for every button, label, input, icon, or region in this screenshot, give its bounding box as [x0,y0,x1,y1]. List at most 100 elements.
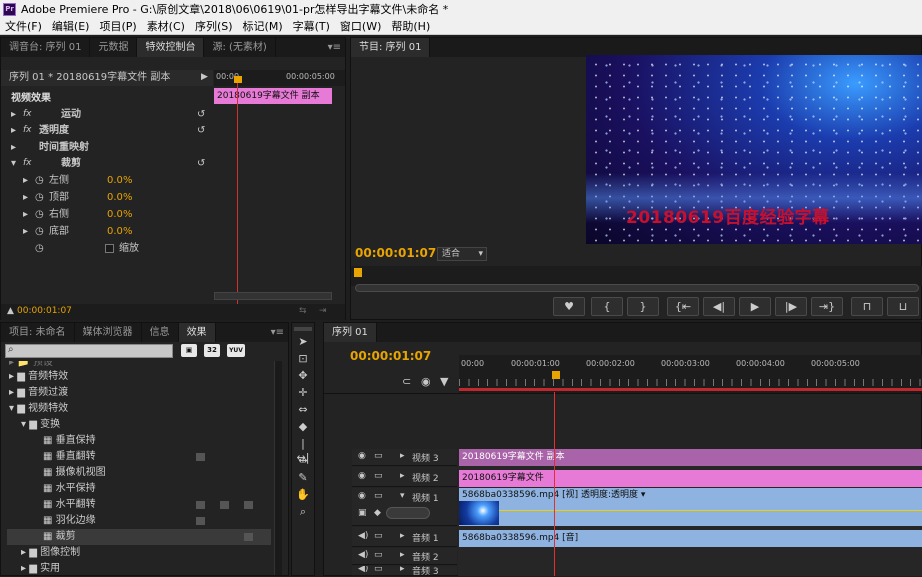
menu-window[interactable]: 窗口(W) [335,18,386,34]
reset-icon[interactable]: ↺ [197,155,205,172]
expand-triangle-icon[interactable]: ▸ [400,471,405,481]
effects-search-input[interactable]: ⌕ [5,344,173,358]
tree-item-vertical-hold[interactable]: ▦ 垂直保持 [43,433,96,449]
stopwatch-icon[interactable]: ◷ [35,206,44,223]
eye-icon[interactable]: ◉ [358,491,366,501]
lock-icon[interactable]: ▭ [374,491,383,501]
track-header-audio-3[interactable]: ◀) ▭ ▸ 音频 3 [352,566,457,576]
expand-triangle-icon[interactable]: ▸ [400,451,405,461]
tab-project[interactable]: 项目: 未命名 [1,323,75,342]
lock-icon[interactable]: ▭ [374,471,383,481]
marker-icon[interactable]: ▼ [440,375,448,388]
tree-item-image-control[interactable]: ▸ ▆ 图像控制 [21,545,80,561]
panel-menu-icon[interactable]: ▾≡ [267,323,288,342]
tree-item-video-effects[interactable]: ▾ ▆ 视频特效 [9,401,68,417]
ec-scrollbar[interactable] [214,292,332,300]
clip-title-copy[interactable]: 20180619字幕文件 副本 [459,449,922,466]
lock-icon[interactable]: ▭ [374,566,383,574]
video-preview[interactable]: 20180619百度经验字幕 [586,55,922,244]
hand-tool-icon[interactable]: ✋ [296,488,310,502]
effects-scrollbar[interactable] [274,361,282,575]
slip-tool-icon[interactable]: |↔| [296,437,310,464]
expand-triangle-icon[interactable]: ▸ [400,550,405,560]
clip-audio-1[interactable]: 5868ba0338596.mp4 [音] [459,530,922,547]
track-select-tool-icon[interactable]: ⊡ [296,352,310,366]
lock-icon[interactable]: ▭ [374,531,383,541]
zoom-tool-icon[interactable]: ⌕ [296,505,310,519]
selection-tool-icon[interactable]: ➤ [296,335,310,349]
ec-playhead[interactable] [237,78,238,304]
speaker-icon[interactable]: ◀) [358,550,368,560]
track-header-video-3[interactable]: ◉ ▭ ▸ 视频 3 [352,449,457,466]
tab-source[interactable]: 源: (无素材) [204,38,276,57]
tab-info[interactable]: 信息 [142,323,179,342]
fit-dropdown[interactable]: 适合 ▾ [437,247,487,261]
snap-icon[interactable]: ⊂ [402,375,411,388]
reset-icon[interactable]: ↺ [197,122,205,139]
opacity-rubberband[interactable] [499,510,922,511]
mark-in-button[interactable]: { [591,297,623,316]
tree-item-camera-view[interactable]: ▦ 摄像机视图 [43,465,106,481]
stopwatch-icon[interactable]: ◷ [35,172,44,189]
param-top[interactable]: ▸ ◷ 顶部 0.0 % [23,189,213,206]
stopwatch-icon[interactable]: ◷ [35,223,44,240]
tree-item-transform[interactable]: ▾ ▆ 变换 [21,417,60,433]
tree-item-audio-effects[interactable]: ▸ ▆ 音频特效 [9,369,68,385]
extract-button[interactable]: ⊔ [887,297,919,316]
track-header-video-2[interactable]: ◉ ▭ ▸ 视频 2 [352,467,457,487]
timeline-playhead-handle[interactable] [552,371,560,379]
param-left[interactable]: ▸ ◷ 左侧 0.0 % [23,172,213,189]
pen-tool-icon[interactable]: ✎ [296,471,310,485]
zoom-checkbox[interactable] [105,244,114,253]
effect-row-time-remap[interactable]: ▸ 时间重映射 [11,139,211,156]
effect-row-opacity[interactable]: ▸ fx 透明度 ↺ [11,122,211,139]
effect-row-crop[interactable]: ▾ fx 裁剪 ↺ [11,155,211,172]
step-back-button[interactable]: ◀| [703,297,735,316]
accelerated-effects-icon[interactable]: ▣ [181,344,197,357]
rolling-edit-tool-icon[interactable]: ✛ [296,386,310,400]
expand-triangle-icon[interactable]: ▸ [400,531,405,541]
menu-edit[interactable]: 编辑(E) [47,18,95,34]
work-area-bar[interactable] [459,388,922,391]
clip-title[interactable]: 20180619字幕文件 [459,470,922,487]
speaker-icon[interactable]: ◀) [358,566,368,574]
eye-icon[interactable]: ◉ [358,451,366,461]
menu-help[interactable]: 帮助(H) [386,18,435,34]
clip-video-1[interactable]: 5868ba0338596.mp4 [视] 透明度:透明度 ▾ [459,488,922,526]
menu-sequence[interactable]: 序列(S) [190,18,238,34]
program-scrub-bar[interactable] [351,266,922,286]
tab-effect-controls[interactable]: 特效控制台 [137,38,205,57]
timeline-playhead-line[interactable] [554,392,555,576]
tab-program[interactable]: 节目: 序列 01 [351,38,431,57]
stopwatch-icon[interactable]: ◷ [35,189,44,206]
tree-item-horizontal-hold[interactable]: ▦ 水平保持 [43,481,96,497]
speaker-icon[interactable]: ◀) [358,531,368,541]
tree-item-vertical-flip[interactable]: ▦ 垂直翻转 [43,449,96,465]
set-marker-icon[interactable]: ◉ [421,375,431,388]
go-to-out-button[interactable]: ⇥} [811,297,843,316]
lock-icon[interactable]: ▭ [374,451,383,461]
panel-menu-icon[interactable]: ▾≡ [324,38,345,57]
track-header-audio-1[interactable]: ◀) ▭ ▸ 音频 1 [352,527,457,547]
tab-audio-mixer[interactable]: 调音台: 序列 01 [1,38,91,57]
play-triangle-icon[interactable]: ▶ [201,72,208,82]
tab-sequence-01[interactable]: 序列 01 [324,323,377,342]
tree-item-edge-feather[interactable]: ▦ 羽化边缘 [43,513,96,529]
tools-grip[interactable] [294,327,312,331]
add-marker-button[interactable]: ♥ [553,297,585,316]
rate-stretch-tool-icon[interactable]: ⇔ [296,403,310,417]
ripple-edit-tool-icon[interactable]: ✥ [296,369,310,383]
menu-title[interactable]: 字幕(T) [288,18,335,34]
reset-icon[interactable]: ↺ [197,106,205,123]
tree-item-crop[interactable]: ▦ 裁剪 [7,529,271,545]
menu-clip[interactable]: 素材(C) [142,18,190,34]
go-to-in-button[interactable]: {⇤ [667,297,699,316]
timeline-ruler[interactable]: 00:00 00:00:01:00 00:00:02:00 00:00:03:0… [459,355,922,393]
track-header-video-1[interactable]: ◉ ▭ ▾ 视频 1 ▣ ◆ [352,488,457,526]
display-style-icon[interactable]: ▣ [358,508,367,518]
stopwatch-icon[interactable]: ◷ [35,240,44,257]
tree-item-horizontal-flip[interactable]: ▦ 水平翻转 [43,497,96,513]
export-icon[interactable]: ⇥ [319,306,327,316]
eye-icon[interactable]: ◉ [358,471,366,481]
ec-playhead-handle[interactable] [234,76,242,83]
